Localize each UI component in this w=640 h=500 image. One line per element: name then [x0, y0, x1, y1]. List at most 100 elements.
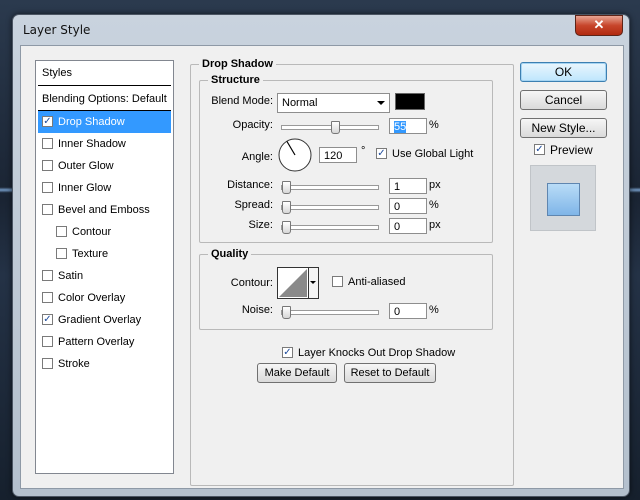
- style-item-label: Satin: [58, 270, 84, 282]
- style-item-outer-glow[interactable]: Outer Glow: [38, 155, 171, 177]
- style-item-contour[interactable]: Contour: [38, 221, 171, 243]
- angle-dial-icon: [278, 138, 312, 172]
- noise-label: Noise:: [241, 304, 273, 316]
- reset-to-default-button[interactable]: Reset to Default: [344, 363, 436, 383]
- distance-unit: px: [429, 179, 441, 191]
- chevron-down-icon: [377, 101, 385, 105]
- use-global-light-check-icon: ✓: [376, 147, 387, 159]
- distance-slider-thumb[interactable]: [282, 181, 291, 194]
- blend-mode-value: Normal: [282, 97, 318, 109]
- dialog-client: Styles Blending Options: Default ✓ Drop S…: [20, 45, 624, 489]
- checkbox-icon[interactable]: [56, 225, 67, 237]
- noise-input[interactable]: 0: [389, 303, 427, 319]
- style-item-label: Color Overlay: [58, 292, 126, 304]
- style-item-drop-shadow[interactable]: ✓ Drop Shadow: [38, 111, 171, 133]
- knocks-out-checkbox[interactable]: ✓ Layer Knocks Out Drop Shadow: [282, 346, 456, 359]
- knocks-out-label: Layer Knocks Out Drop Shadow: [298, 347, 456, 359]
- contour-label: Contour:: [230, 277, 273, 289]
- ok-button[interactable]: OK: [520, 62, 607, 82]
- style-item-inner-shadow[interactable]: Inner Shadow: [38, 133, 171, 155]
- styles-header[interactable]: Styles: [38, 61, 171, 86]
- make-default-button[interactable]: Make Default: [257, 363, 337, 383]
- style-item-texture[interactable]: Texture: [38, 243, 171, 265]
- knocks-out-check-icon: ✓: [282, 346, 293, 358]
- style-item-inner-glow[interactable]: Inner Glow: [38, 177, 171, 199]
- blend-mode-label: Blend Mode:: [211, 95, 273, 107]
- size-slider-thumb[interactable]: [282, 221, 291, 234]
- distance-label: Distance:: [227, 179, 273, 191]
- size-unit: px: [429, 219, 441, 231]
- style-item-stroke[interactable]: Stroke: [38, 353, 171, 375]
- checkbox-icon[interactable]: ✓: [42, 115, 53, 127]
- noise-slider[interactable]: [281, 306, 379, 319]
- spread-label: Spread:: [234, 199, 273, 211]
- checkbox-icon[interactable]: [42, 291, 53, 303]
- style-item-pattern-overlay[interactable]: Pattern Overlay: [38, 331, 171, 353]
- angle-input[interactable]: 120: [319, 147, 357, 163]
- new-style-button[interactable]: New Style...: [520, 118, 607, 138]
- layer-style-dialog: Layer Style ✕ Styles Blending Options: D…: [12, 14, 630, 497]
- size-input[interactable]: 0: [389, 218, 427, 234]
- style-item-bevel-and-emboss[interactable]: Bevel and Emboss: [38, 199, 171, 221]
- anti-aliased-checkbox[interactable]: Anti-aliased: [332, 275, 406, 288]
- style-item-label: Gradient Overlay: [58, 314, 142, 326]
- shadow-color-swatch[interactable]: [395, 93, 425, 110]
- preview-swatch: [547, 183, 580, 216]
- close-button[interactable]: ✕: [575, 15, 623, 36]
- style-item-label: Inner Shadow: [58, 138, 126, 150]
- spread-input[interactable]: 0: [389, 198, 427, 214]
- opacity-slider-thumb[interactable]: [331, 121, 340, 134]
- quality-title: Quality: [208, 248, 252, 260]
- distance-input[interactable]: 1: [389, 178, 427, 194]
- contour-picker[interactable]: [277, 267, 319, 299]
- checkbox-icon[interactable]: [42, 203, 53, 215]
- checkbox-icon[interactable]: [42, 181, 53, 193]
- style-item-label: Drop Shadow: [58, 116, 125, 128]
- contour-dropdown[interactable]: [308, 268, 318, 298]
- degree-unit: °: [361, 145, 366, 157]
- checkbox-icon[interactable]: [42, 269, 53, 281]
- checkbox-icon[interactable]: [42, 357, 53, 369]
- checkbox-icon[interactable]: [42, 335, 53, 347]
- style-item-label: Inner Glow: [58, 182, 112, 194]
- opacity-label: Opacity:: [232, 119, 273, 131]
- close-icon: ✕: [593, 17, 605, 32]
- distance-slider[interactable]: [281, 181, 379, 194]
- opacity-slider[interactable]: [281, 121, 379, 134]
- checkbox-icon[interactable]: ✓: [42, 313, 53, 325]
- size-slider[interactable]: [281, 221, 379, 234]
- checkbox-icon[interactable]: [42, 137, 53, 149]
- style-item-color-overlay[interactable]: Color Overlay: [38, 287, 171, 309]
- style-item-label: Outer Glow: [58, 160, 114, 172]
- use-global-light-checkbox[interactable]: ✓ Use Global Light: [376, 147, 473, 160]
- style-items: ✓ Drop Shadow Inner Shadow Outer Glow Inner …: [36, 111, 173, 375]
- checkbox-icon[interactable]: [42, 159, 53, 171]
- drop-shadow-title: Drop Shadow: [199, 58, 276, 70]
- style-item-label: Texture: [72, 248, 109, 260]
- preview-checkbox[interactable]: ✓ Preview: [534, 143, 593, 157]
- noise-slider-thumb[interactable]: [282, 306, 291, 319]
- anti-aliased-label: Anti-aliased: [348, 276, 406, 288]
- blend-mode-select[interactable]: Normal: [277, 93, 390, 113]
- quality-group: Quality Contour: Anti-aliased Noise: 0 %: [199, 248, 493, 330]
- style-item-satin[interactable]: Satin: [38, 265, 171, 287]
- preview-box: [530, 165, 596, 231]
- styles-list: Styles Blending Options: Default ✓ Drop S…: [35, 60, 174, 474]
- checkbox-icon[interactable]: [56, 247, 67, 259]
- style-item-gradient-overlay[interactable]: ✓ Gradient Overlay: [38, 309, 171, 331]
- blending-options-item[interactable]: Blending Options: Default: [38, 88, 171, 111]
- spread-slider-thumb[interactable]: [282, 201, 291, 214]
- angle-dial[interactable]: [278, 138, 312, 172]
- cancel-button[interactable]: Cancel: [520, 90, 607, 110]
- contour-icon: [279, 269, 307, 297]
- drop-shadow-group: Drop Shadow Structure Blend Mode: Normal…: [190, 58, 514, 486]
- window-title: Layer Style: [23, 23, 91, 37]
- angle-label: Angle:: [241, 151, 273, 163]
- opacity-input[interactable]: 55: [389, 118, 427, 134]
- anti-aliased-check-icon: [332, 275, 343, 287]
- structure-title: Structure: [208, 74, 263, 86]
- structure-group: Structure Blend Mode: Normal Opacity: 55…: [199, 74, 493, 243]
- chevron-down-icon: [310, 281, 316, 284]
- spread-slider[interactable]: [281, 201, 379, 214]
- noise-unit: %: [429, 304, 439, 316]
